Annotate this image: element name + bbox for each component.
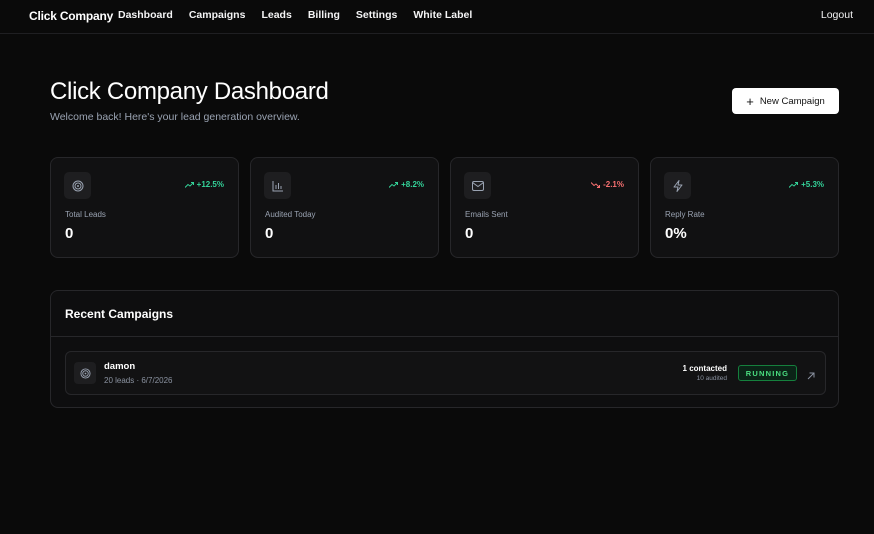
new-campaign-label: New Campaign	[759, 95, 825, 107]
trend-value: +12.5%	[196, 180, 224, 189]
campaign-row[interactable]: damon 20 leads · 6/7/2026 1 contacted 10…	[65, 351, 826, 395]
stat-card-audited-today: +8.2% Audited Today 0	[250, 157, 439, 258]
nav-links: Dashboard Campaigns Leads Billing Settin…	[118, 9, 488, 21]
stat-label: Total Leads	[65, 210, 106, 219]
audited-count: 10 audited	[696, 375, 727, 382]
stat-label: Audited Today	[265, 210, 316, 219]
target-icon	[74, 362, 96, 384]
arrow-up-right-icon[interactable]	[807, 367, 815, 385]
stat-card-emails-sent: -2.1% Emails Sent 0	[450, 157, 639, 258]
contacted-count: 1 contacted	[682, 364, 727, 373]
mail-icon	[464, 172, 491, 199]
stat-label: Reply Rate	[665, 210, 705, 219]
panel-title: Recent Campaigns	[65, 307, 174, 321]
trend-value: +5.3%	[801, 180, 824, 189]
nav-link-leads[interactable]: Leads	[261, 9, 291, 21]
plus-icon: +	[746, 93, 754, 109]
status-badge: RUNNING	[738, 365, 797, 381]
stat-label: Emails Sent	[465, 210, 508, 219]
recent-campaigns-panel: Recent Campaigns damon 20 leads · 6/7/20…	[50, 290, 839, 408]
top-nav: Click Company Dashboard Campaigns Leads …	[0, 0, 874, 34]
brand-logo[interactable]: Click Company	[29, 9, 113, 23]
trend-indicator: +5.3%	[789, 180, 824, 189]
trend-up-icon	[789, 181, 799, 188]
logout-button[interactable]: Logout	[821, 9, 853, 21]
trend-down-icon	[591, 181, 601, 188]
nav-link-billing[interactable]: Billing	[308, 9, 340, 21]
zap-icon	[664, 172, 691, 199]
stat-value: 0	[465, 225, 474, 242]
campaign-meta: 20 leads · 6/7/2026	[104, 376, 173, 385]
stat-card-total-leads: +12.5% Total Leads 0	[50, 157, 239, 258]
new-campaign-button[interactable]: + New Campaign	[732, 88, 839, 114]
stat-card-reply-rate: +5.3% Reply Rate 0%	[650, 157, 839, 258]
stat-value: 0	[65, 225, 74, 242]
nav-link-dashboard[interactable]: Dashboard	[118, 9, 173, 21]
page-title: Click Company Dashboard	[50, 78, 329, 105]
trend-up-icon	[184, 181, 194, 188]
stat-value: 0	[265, 225, 274, 242]
page-subtitle: Welcome back! Here's your lead generatio…	[50, 111, 300, 123]
trend-value: -2.1%	[603, 180, 624, 189]
trend-indicator: -2.1%	[591, 180, 624, 189]
trend-indicator: +8.2%	[389, 180, 424, 189]
trend-indicator: +12.5%	[184, 180, 224, 189]
stat-value: 0%	[665, 225, 687, 242]
bar-chart-icon	[264, 172, 291, 199]
nav-link-white-label[interactable]: White Label	[413, 9, 472, 21]
nav-link-campaigns[interactable]: Campaigns	[189, 9, 246, 21]
trend-value: +8.2%	[401, 180, 424, 189]
campaign-name: damon	[104, 361, 136, 372]
nav-link-settings[interactable]: Settings	[356, 9, 397, 21]
target-icon	[64, 172, 91, 199]
panel-header: Recent Campaigns	[51, 291, 838, 337]
trend-up-icon	[389, 181, 399, 188]
